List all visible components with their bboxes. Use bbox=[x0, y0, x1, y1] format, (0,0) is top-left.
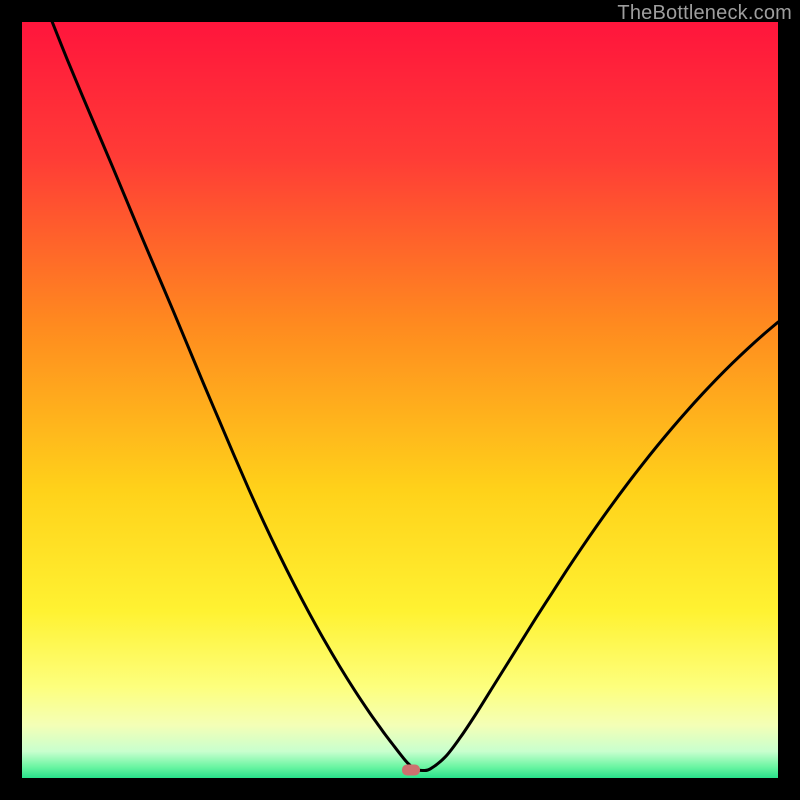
chart-background bbox=[22, 22, 778, 778]
optimal-marker bbox=[402, 765, 420, 776]
chart-svg bbox=[22, 22, 778, 778]
chart-frame bbox=[22, 22, 778, 778]
watermark-text: TheBottleneck.com bbox=[617, 2, 792, 25]
